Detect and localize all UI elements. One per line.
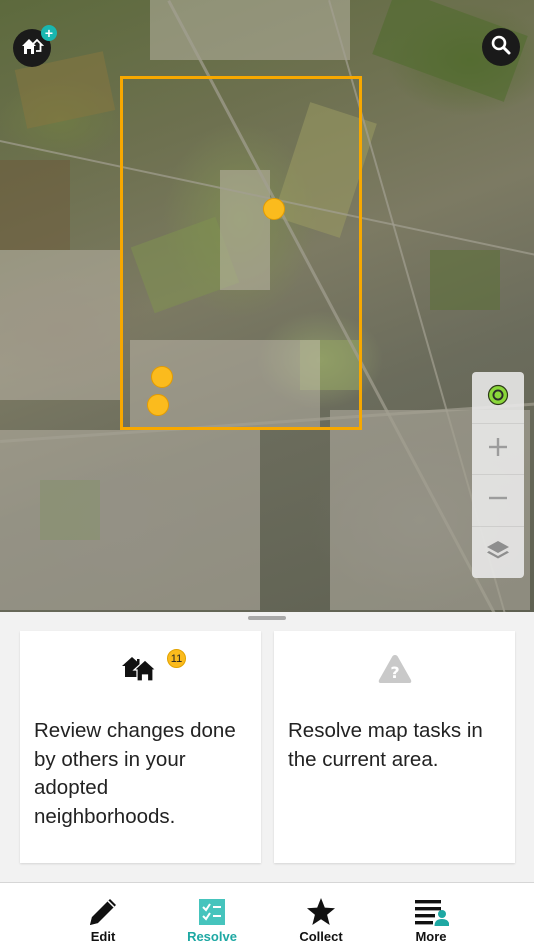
map-view[interactable]: + xyxy=(0,0,534,612)
card-description: Resolve map tasks in the current area. xyxy=(288,719,483,771)
map-field xyxy=(430,250,500,310)
bottom-sheet: 11 Review changes done by others in your… xyxy=(0,612,534,882)
map-controls xyxy=(472,372,524,578)
svg-text:?: ? xyxy=(390,663,399,682)
tab-edit[interactable]: Edit xyxy=(48,883,158,950)
menu-user-icon xyxy=(376,895,486,929)
notification-badge: 11 xyxy=(167,649,186,668)
question-triangle-icon: ? xyxy=(274,653,515,693)
bottom-tab-bar: Edit Resolve Collect More xyxy=(0,882,534,950)
resolve-tasks-card[interactable]: ? Resolve map tasks in the current area. xyxy=(274,631,515,863)
tab-label: Collect xyxy=(299,929,343,944)
zoom-in-button[interactable] xyxy=(472,423,524,474)
house-plus-icon xyxy=(20,36,45,61)
search-button[interactable] xyxy=(482,28,520,66)
tab-more[interactable]: More xyxy=(376,883,486,950)
layers-button[interactable] xyxy=(472,526,524,577)
pencil-icon xyxy=(48,895,158,929)
locate-icon xyxy=(487,384,509,411)
star-icon xyxy=(266,895,376,929)
plus-badge-icon: + xyxy=(41,25,57,41)
tab-resolve[interactable]: Resolve xyxy=(157,883,267,950)
task-marker[interactable] xyxy=(263,198,285,220)
tab-label: Edit xyxy=(90,929,116,944)
search-icon xyxy=(491,35,511,60)
task-marker[interactable] xyxy=(151,366,173,388)
task-marker[interactable] xyxy=(147,394,169,416)
minus-icon xyxy=(488,488,508,513)
tab-label: More xyxy=(415,929,447,944)
map-block xyxy=(150,0,350,60)
tab-label: Resolve xyxy=(187,929,237,944)
resolve-checklist-icon xyxy=(157,895,267,929)
map-field xyxy=(0,160,70,250)
adopt-neighborhood-button[interactable]: + xyxy=(13,25,57,67)
sheet-drag-handle[interactable] xyxy=(248,616,286,620)
locate-button[interactable] xyxy=(472,372,524,423)
tab-collect[interactable]: Collect xyxy=(266,883,376,950)
card-description: Review changes done by others in your ad… xyxy=(34,719,236,828)
zoom-out-button[interactable] xyxy=(472,474,524,525)
review-neighborhoods-card[interactable]: 11 Review changes done by others in your… xyxy=(20,631,261,863)
plus-icon xyxy=(488,437,508,462)
map-block xyxy=(0,250,120,400)
map-block xyxy=(0,430,260,610)
neighborhood-houses-icon xyxy=(20,653,261,693)
layers-icon xyxy=(485,539,511,566)
